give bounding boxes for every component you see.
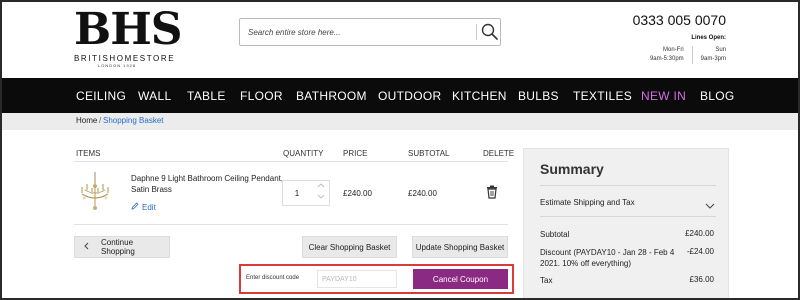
cancel-coupon-button[interactable]: Cancel Coupon — [413, 269, 508, 289]
quantity-decrease-button[interactable] — [313, 193, 329, 205]
header-quantity: QUANTITY — [283, 149, 324, 158]
logo-wordmark: BHS — [74, 4, 183, 55]
quantity-increase-button[interactable] — [313, 181, 329, 193]
discount-code-form: Enter discount code Cancel Coupon — [239, 264, 514, 294]
nav-item-wall[interactable]: WALL — [138, 89, 171, 103]
header-price: PRICE — [343, 149, 368, 158]
summary-discount-value: -£24.00 — [686, 247, 714, 256]
chevron-left-icon — [83, 242, 89, 252]
estimate-shipping-toggle[interactable]: Estimate Shipping and Tax — [540, 198, 635, 207]
delete-item-button[interactable] — [486, 185, 498, 199]
logo-tagline: BRITISHOMESTORE — [74, 54, 176, 63]
product-name[interactable]: Daphne 9 Light Bathroom Ceiling Pendant,… — [131, 173, 286, 195]
chevron-up-icon — [317, 183, 325, 188]
breadcrumb-separator: / — [99, 116, 102, 125]
summary-tax-value: £36.00 — [689, 275, 714, 284]
breadcrumb: Home / Shopping Basket — [2, 113, 798, 130]
update-basket-button[interactable]: Update Shopping Basket — [412, 236, 508, 258]
search-icon — [481, 23, 498, 40]
nav-item-bathroom[interactable]: BATHROOM — [296, 89, 367, 103]
edit-item-link[interactable]: Edit — [131, 202, 156, 212]
logo-est: LONDON 1928 — [98, 63, 137, 68]
header-items: ITEMS — [76, 149, 101, 158]
chevron-down-icon — [317, 194, 325, 199]
summary-tax-label: Tax — [540, 276, 553, 285]
summary-divider — [540, 185, 716, 186]
table-row-divider — [74, 224, 508, 225]
chevron-down-icon[interactable] — [705, 197, 715, 209]
search-bar — [239, 18, 501, 46]
breadcrumb-current: Shopping Basket — [103, 116, 164, 125]
nav-item-table[interactable]: TABLE — [187, 89, 226, 103]
sunday-hours: Sun 9am-3pm — [691, 46, 726, 64]
nav-item-ceiling[interactable]: CEILING — [76, 89, 126, 103]
nav-item-textiles[interactable]: TEXTILES — [573, 89, 632, 103]
nav-item-floor[interactable]: FLOOR — [240, 89, 283, 103]
sunday-time: 9am-3pm — [700, 56, 726, 62]
page-frame: BHS BRITISHOMESTORE LONDON 1928 0333 005… — [0, 0, 800, 300]
summary-title: Summary — [540, 161, 604, 177]
weekday-hours: Mon-Fri 9am-5:30pm — [642, 46, 684, 64]
clear-basket-button[interactable]: Clear Shopping Basket — [302, 236, 397, 258]
search-divider — [476, 24, 477, 40]
nav-item-bulbs[interactable]: BULBS — [518, 89, 559, 103]
product-image[interactable] — [76, 172, 114, 214]
nav-item-blog[interactable]: BLOG — [700, 89, 735, 103]
opening-hours: Mon-Fri 9am-5:30pm Sun 9am-3pm — [642, 46, 726, 64]
edit-label: Edit — [142, 203, 156, 212]
chandelier-icon — [81, 172, 109, 210]
nav-item-kitchen[interactable]: KITCHEN — [452, 89, 507, 103]
lines-open-label: Lines Open: — [691, 35, 726, 41]
main-nav: CEILING WALL TABLE FLOOR BATHROOM OUTDOO… — [2, 78, 798, 113]
discount-code-label: Enter discount code — [246, 275, 300, 281]
phone-number[interactable]: 0333 005 0070 — [633, 12, 726, 28]
summary-divider — [540, 216, 716, 217]
site-logo[interactable]: BHS BRITISHOMESTORE LONDON 1928 — [74, 4, 184, 69]
item-price: £240.00 — [343, 189, 372, 198]
summary-discount-label: Discount (PAYDAY10 - Jan 28 - Feb 4 2021… — [540, 248, 675, 268]
continue-shopping-label: Continue Shopping — [101, 238, 135, 256]
quantity-stepper — [282, 180, 330, 206]
header-delete: DELETE — [483, 149, 515, 158]
trash-icon — [487, 185, 497, 199]
nav-item-outdoor[interactable]: OUTDOOR — [378, 89, 441, 103]
weekday-time: 9am-5:30pm — [649, 56, 684, 62]
header-subtotal: SUBTOTAL — [408, 149, 450, 158]
search-button[interactable] — [480, 22, 500, 42]
weekday-days: Mon-Fri — [662, 47, 684, 53]
breadcrumb-home[interactable]: Home — [76, 116, 97, 125]
continue-shopping-button[interactable]: Continue Shopping — [74, 236, 170, 258]
pencil-icon — [131, 202, 139, 212]
sunday-days: Sun — [715, 47, 726, 53]
discount-code-input[interactable] — [317, 270, 397, 288]
summary-subtotal-value: £240.00 — [685, 229, 714, 238]
nav-item-new-in[interactable]: NEW IN — [641, 89, 686, 103]
quantity-input[interactable] — [283, 181, 311, 205]
summary-subtotal-label: Subtotal — [540, 230, 570, 239]
item-subtotal: £240.00 — [408, 189, 437, 198]
search-input[interactable] — [240, 19, 476, 45]
table-header-divider — [74, 161, 508, 162]
order-summary: Summary Estimate Shipping and Tax Subtot… — [523, 148, 729, 298]
